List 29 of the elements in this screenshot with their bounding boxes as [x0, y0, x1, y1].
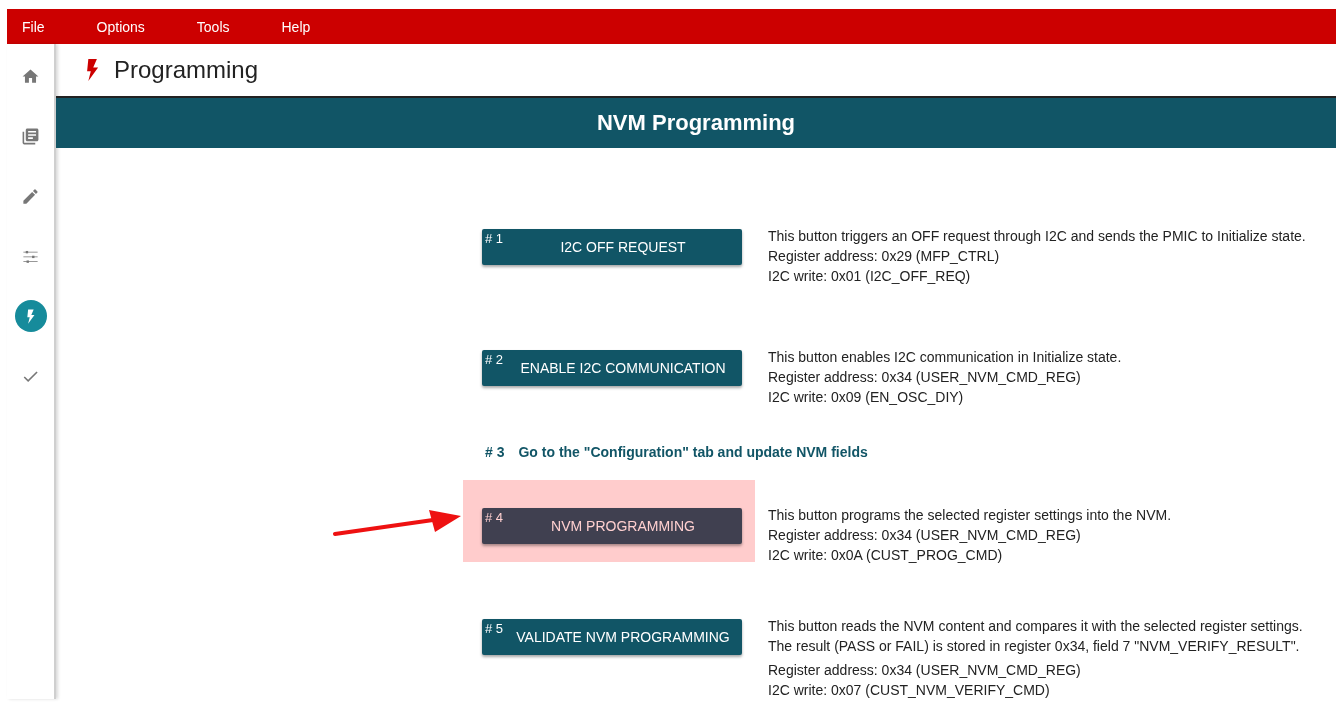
menu-item[interactable]: Help [281, 18, 311, 35]
register-address: Register address: 0x34 (USER_NVM_CMD_REG) [768, 661, 1082, 680]
description-text: This button programs the selected register settings into the NVM. [768, 506, 1172, 525]
description-text: This button triggers an OFF request through I2C and sends the PMIC to Initialize state. [768, 227, 1306, 246]
i2c-write: I2C write: 0x0A (CUST_PROG_CMD) [768, 546, 1004, 565]
menu-item[interactable]: Tools [196, 18, 230, 35]
step-button[interactable]: # 5 VALIDATE NVM PROGRAMMING [482, 619, 742, 655]
register-address: Register address: 0x34 (USER_NVM_CMD_REG) [768, 368, 1082, 387]
book-icon [21, 126, 40, 146]
sidebar-item[interactable] [14, 300, 47, 332]
home-icon [21, 66, 40, 86]
description-text: This button enables I2C communication in Initialize state. [768, 348, 1122, 367]
instruction-text: Go to the "Configuration" tab and update NVM fields [518, 444, 868, 460]
i2c-write: I2C write: 0x09 (EN_OSC_DIY) [768, 388, 965, 407]
step-button[interactable]: # 1 I2C OFF REQUEST [482, 229, 742, 265]
i2c-write: I2C write: 0x07 (CUST_NVM_VERIFY_CMD) [768, 681, 1051, 700]
menu-item[interactable]: Options [96, 18, 145, 35]
lightning-icon [84, 59, 100, 81]
menu-item[interactable]: File [22, 18, 45, 35]
description-text: This button reads the NVM content and compares it with the selected register settings. [768, 617, 1303, 636]
register-address: Register address: 0x34 (USER_NVM_CMD_REG) [768, 526, 1082, 545]
step-number: # 3 [485, 444, 505, 460]
step-button[interactable]: # 2 ENABLE I2C COMMUNICATION [482, 350, 742, 386]
register-address: Register address: 0x29 (MFP_CTRL) [768, 247, 1001, 266]
page-title: Programming [114, 56, 259, 84]
i2c-write: I2C write: 0x01 (I2C_OFF_REQ) [768, 267, 972, 286]
description-text: The result (PASS or FAIL) is stored in register 0x34, field 7 "NVM_VERIFY_RESULT". [768, 637, 1301, 656]
section-banner: NVM Programming [56, 98, 1336, 148]
step-button[interactable]: # 4 NVM PROGRAMMING [482, 508, 742, 544]
